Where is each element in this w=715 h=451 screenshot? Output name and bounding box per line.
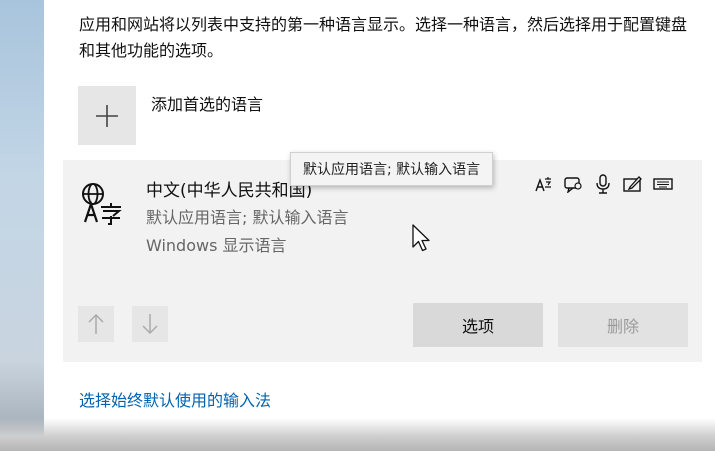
language-description: 应用和网站将以列表中支持的第一种语言显示。选择一种语言，然后选择用于配置键盘和其… xyxy=(79,15,688,60)
move-down-button[interactable] xyxy=(132,306,168,342)
language-status: 默认应用语言; 默认输入语言 xyxy=(146,208,349,227)
keyboard-icon xyxy=(653,174,673,194)
microphone-icon xyxy=(593,174,613,194)
speech-icon xyxy=(563,174,583,194)
bottom-edge-shadow xyxy=(0,418,715,451)
add-language-button[interactable] xyxy=(78,86,136,145)
plus-icon xyxy=(96,104,118,127)
language-name: 中文(中华人民共和国) xyxy=(146,181,313,201)
language-item-zh-cn[interactable]: 中文(中华人民共和国) 默认应用语言; 默认输入语言 Windows 显示语言 … xyxy=(63,160,702,362)
tooltip: 默认应用语言; 默认输入语言 xyxy=(290,152,494,186)
language-pack-icon xyxy=(533,174,553,194)
language-features xyxy=(533,174,673,194)
add-language-label[interactable]: 添加首选的语言 xyxy=(151,91,263,115)
arrow-down-icon xyxy=(142,314,158,335)
handwriting-icon xyxy=(623,174,643,194)
arrow-up-icon xyxy=(88,313,104,334)
language-glyph-icon xyxy=(82,183,122,225)
default-input-method-link[interactable]: 选择始终默认使用的输入法 xyxy=(79,387,271,411)
remove-button[interactable]: 删除 xyxy=(558,303,688,347)
language-display-status: Windows 显示语言 xyxy=(146,236,287,255)
move-up-button[interactable] xyxy=(78,306,114,342)
mouse-cursor-icon xyxy=(412,224,430,252)
options-button[interactable]: 选项 xyxy=(413,303,543,347)
left-edge-strip xyxy=(0,0,44,451)
